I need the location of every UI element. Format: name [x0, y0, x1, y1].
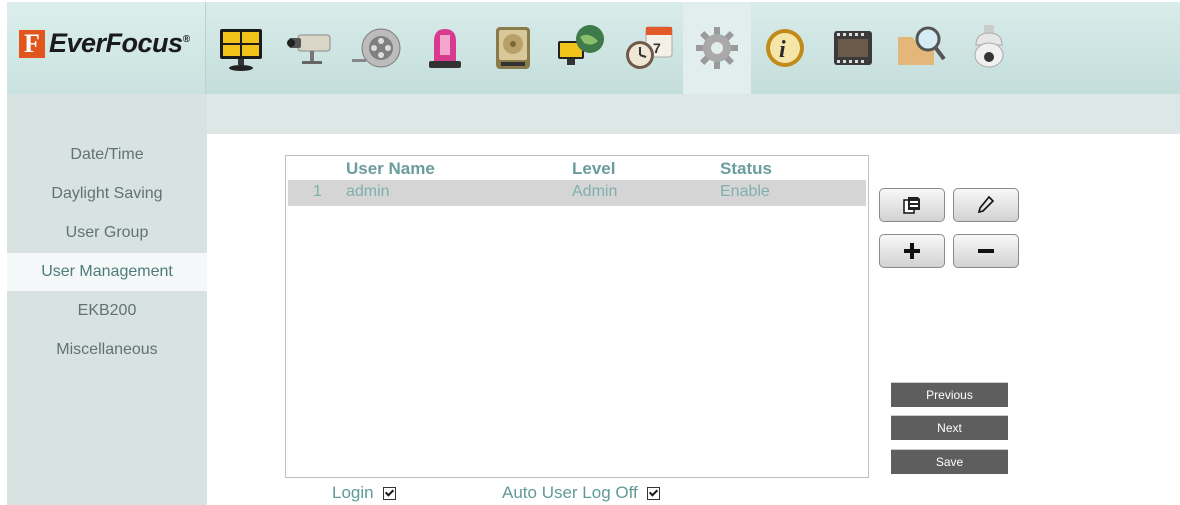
column-header-level: Level — [572, 159, 616, 178]
copy-icon — [903, 197, 920, 214]
edit-user-button[interactable] — [953, 188, 1019, 222]
plus-icon — [904, 243, 920, 259]
pencil-icon — [977, 195, 995, 214]
logo-letter: F — [19, 29, 45, 58]
table-row[interactable]: 1 admin Admin Enable — [288, 180, 866, 206]
sidebar-item-ekb200[interactable]: EKB200 — [7, 292, 207, 330]
alarm-light-icon[interactable] — [411, 2, 479, 94]
auto-logoff-label: Auto User Log Off — [502, 483, 638, 502]
svg-text:i: i — [779, 37, 786, 63]
column-header-user-name: User Name — [346, 159, 435, 178]
row-index: 1 — [313, 183, 322, 200]
remove-user-button[interactable] — [953, 234, 1019, 268]
row-user-name: admin — [346, 183, 390, 200]
settings-sidebar: Date/Time Daylight Saving User Group Use… — [7, 94, 207, 505]
logo-area: F EverFocus® — [7, 2, 206, 94]
row-status: Enable — [720, 183, 770, 200]
svg-text:7: 7 — [653, 40, 661, 56]
login-option: Login — [332, 483, 396, 503]
film-reel-icon[interactable] — [343, 2, 411, 94]
brand-name: EverFocus — [49, 28, 183, 58]
login-checkbox[interactable] — [382, 486, 396, 500]
save-button[interactable]: Save — [891, 449, 1008, 474]
film-strip-icon[interactable] — [819, 2, 887, 94]
auto-logoff-checkbox[interactable] — [646, 486, 660, 500]
monitor-grid-icon[interactable] — [207, 2, 275, 94]
minus-icon — [978, 249, 994, 253]
row-level: Admin — [572, 183, 618, 200]
sidebar-item-miscellaneous[interactable]: Miscellaneous — [7, 331, 207, 369]
gear-icon[interactable] — [683, 2, 751, 94]
info-icon[interactable]: i — [751, 2, 819, 94]
copy-user-button[interactable] — [879, 188, 945, 222]
login-label: Login — [332, 483, 374, 502]
network-globe-icon[interactable] — [547, 2, 615, 94]
user-table: User Name Level Status 1 admin Admin Ena… — [285, 155, 869, 478]
sidebar-item-user-management[interactable]: User Management — [7, 253, 207, 291]
sub-header-bar — [207, 94, 1180, 134]
sidebar-item-daylight-saving[interactable]: Daylight Saving — [7, 175, 207, 213]
add-user-button[interactable] — [879, 234, 945, 268]
camera-icon[interactable] — [275, 2, 343, 94]
registered-mark: ® — [182, 34, 190, 45]
hard-disk-icon[interactable] — [479, 2, 547, 94]
sidebar-item-user-group[interactable]: User Group — [7, 214, 207, 252]
column-header-status: Status — [720, 159, 772, 178]
auto-logoff-option: Auto User Log Off — [502, 483, 660, 503]
sidebar-item-date-time[interactable]: Date/Time — [7, 136, 207, 174]
everfocus-logo: F EverFocus® — [19, 28, 190, 59]
main-menu-icons: 7 i — [207, 2, 1023, 94]
search-folder-icon[interactable] — [887, 2, 955, 94]
previous-button[interactable]: Previous — [891, 382, 1008, 407]
schedule-clock-icon[interactable]: 7 — [615, 2, 683, 94]
next-button[interactable]: Next — [891, 415, 1008, 440]
ptz-dome-icon[interactable] — [955, 2, 1023, 94]
